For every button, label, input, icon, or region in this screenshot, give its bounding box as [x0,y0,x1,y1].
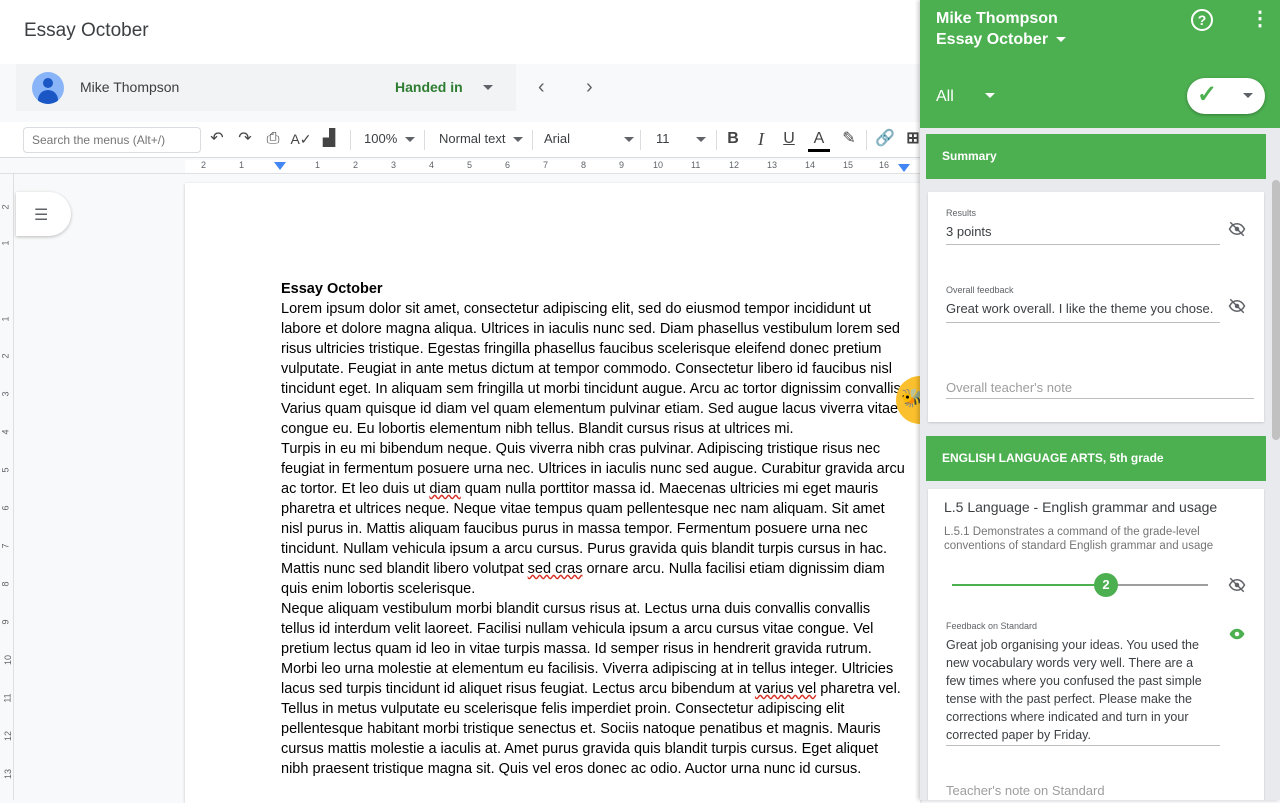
summary-header: Summary [926,134,1266,179]
panel-student-name: Mike Thompson [936,10,1058,27]
link-icon[interactable]: 🔗 [874,128,896,150]
horizontal-ruler[interactable]: 2 1 1 2 3 4 5 6 7 8 9 10 11 12 13 14 15 … [0,158,920,174]
paragraph: Turpis in eu mi bibendum neque. Quis viv… [281,441,905,597]
document-page[interactable]: Essay October Lorem ipsum dolor sit amet… [185,183,920,803]
redo-icon[interactable]: ↷ [234,128,256,150]
font-select[interactable]: Arial [544,131,635,146]
indent-marker-icon[interactable] [274,162,286,170]
visibility-off-icon[interactable] [1228,220,1246,238]
standard-description: L.5.1 Demonstrates a command of the grad… [944,526,1214,552]
chevron-down-icon[interactable] [1243,93,1253,98]
underline-icon[interactable]: U [778,128,800,150]
results-value[interactable]: 3 points [946,224,992,239]
list-icon: ☰ [34,207,49,224]
more-vert-icon[interactable]: ⋮ [1250,8,1270,30]
italic-icon[interactable]: I [750,128,772,150]
assignment-select[interactable]: Essay October [936,31,1048,49]
highlight-icon[interactable]: ✎ [838,128,860,150]
spelling-error[interactable]: varius vel [755,681,816,697]
avatar [32,72,64,104]
student-bar: Mike Thompson Handed in [16,64,516,111]
grading-panel: Mike Thompson Essay October ? ⋮ All ✓ Su… [920,0,1280,800]
teacher-note-standard-input[interactable]: Teacher's note on Standard [946,783,1105,798]
level-slider-thumb[interactable]: 2 [1094,573,1118,597]
panel-scrollbar[interactable] [1272,180,1280,440]
text-color-icon[interactable]: A [808,128,830,152]
spelling-error[interactable]: diam [429,481,460,497]
vertical-ruler[interactable]: 2 1 1 2 3 4 5 6 7 8 9 10 11 12 13 [0,174,14,800]
spelling-error[interactable]: sed cras [528,561,583,577]
overall-teacher-note-input[interactable]: Overall teacher's note [946,380,1072,395]
results-label: Results [946,208,977,218]
print-icon[interactable]: ⎙ [262,128,284,150]
doc-titlebar: Essay October [0,0,920,64]
document-heading: Essay October [281,281,383,297]
chevron-down-icon[interactable] [1056,37,1066,42]
standard-title: L.5 Language - English grammar and usage [944,499,1218,515]
document-body[interactable]: Essay October Lorem ipsum dolor sit amet… [281,279,908,779]
feedback-standard-label: Feedback on Standard [946,621,1038,631]
document-outline-button[interactable]: ☰ [16,192,71,236]
spellcheck-icon[interactable]: A✓ [290,128,312,150]
visibility-off-icon[interactable] [1228,297,1246,315]
zoom-select[interactable]: 100% [364,131,416,146]
filter-select[interactable]: All [936,88,954,106]
status-dropdown[interactable]: Handed in [395,79,463,95]
paragraph: Lorem ipsum dolor sit amet, consectetur … [281,301,905,437]
font-size-select[interactable]: 11 [656,131,706,146]
help-icon[interactable]: ? [1191,9,1213,31]
return-button[interactable]: ✓ [1187,78,1265,114]
toolbar: ↶ ↷ ⎙ A✓ ▟ 100% Normal text Arial 11 B I… [0,122,920,158]
search-menus-input[interactable] [23,127,201,153]
standard-card: L.5 Language - English grammar and usage… [928,489,1264,800]
paragraph: Neque aliquam vestibulum morbi blandit c… [281,601,901,777]
chevron-down-icon[interactable] [985,93,995,98]
right-indent-marker-icon[interactable] [898,164,910,172]
doc-title[interactable]: Essay October [24,20,149,42]
student-name: Mike Thompson [80,79,180,95]
bold-icon[interactable]: B [722,128,744,150]
feedback-standard-value[interactable]: Great job organising your ideas. You use… [946,636,1216,744]
chevron-left-icon[interactable]: ‹ [538,77,545,97]
overall-feedback-value[interactable]: Great work overall. I like the theme you… [946,301,1213,316]
standards-header: ENGLISH LANGUAGE ARTS, 5th grade [926,436,1266,481]
undo-icon[interactable]: ↶ [206,128,228,150]
chevron-right-icon[interactable]: › [586,77,593,97]
visibility-icon[interactable] [1228,625,1246,643]
summary-card: Results 3 points Overall feedback Great … [928,192,1264,422]
overall-feedback-label: Overall feedback [946,285,1014,295]
style-select[interactable]: Normal text [439,131,524,146]
panel-header: Mike Thompson Essay October ? ⋮ All ✓ [920,0,1280,128]
level-slider-fill [952,584,1106,586]
check-icon: ✓ [1197,81,1218,108]
paint-format-icon[interactable]: ▟ [318,128,340,150]
visibility-off-icon[interactable] [1228,576,1246,594]
chevron-down-icon[interactable] [483,85,493,90]
